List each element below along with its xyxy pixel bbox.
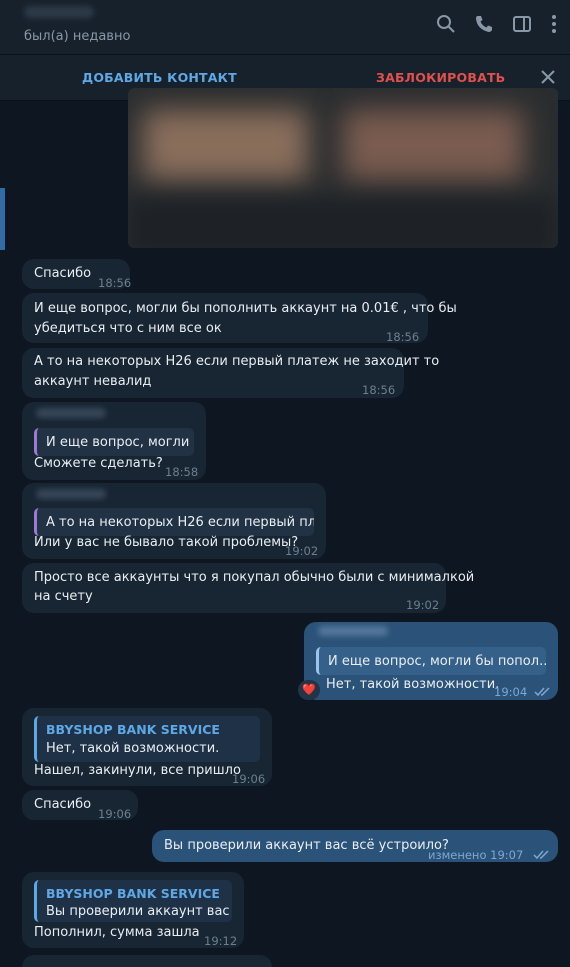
close-icon[interactable]: [540, 69, 556, 89]
message-time: 19:12: [204, 934, 238, 948]
contact-name-redacted[interactable]: [24, 6, 94, 18]
message-time: 19:04: [494, 685, 528, 699]
message-incoming[interactable]: Просто все аккаунты что я покупал обычно…: [22, 563, 474, 613]
message-time: 18:56: [98, 276, 132, 290]
message-incoming-reply[interactable]: А то на некоторых Н26 если первый плат..…: [22, 483, 326, 559]
message-time: 19:02: [406, 598, 440, 612]
contact-status: был(а) недавно: [24, 29, 131, 44]
message-incoming-reply[interactable]: И еще вопрос, могли ... Сможете сделать?…: [22, 402, 206, 480]
quote-text: Вы проверили аккаунт вас ...: [46, 904, 232, 919]
message-text: Нашел, закинули, все пришло: [34, 763, 241, 778]
message-text: Пополнил, сумма зашла: [34, 925, 200, 940]
message-time: изменено 19:07: [428, 848, 524, 862]
more-vert-icon[interactable]: [550, 14, 558, 34]
message-text-line1: А то на некоторых Н26 если первый платеж…: [34, 354, 440, 369]
message-time: 19:06: [98, 807, 132, 821]
block-button[interactable]: ЗАБЛОКИРОВАТЬ: [376, 70, 505, 85]
message-incoming[interactable]: Спасибо 18:56: [22, 259, 131, 290]
reaction-emoji: ❤️: [302, 683, 316, 696]
message-outgoing-reply[interactable]: И еще вопрос, могли бы попол... Нет, так…: [304, 622, 558, 700]
header-toolbar: [436, 14, 558, 34]
message-text-line2: убедиться что с ним все ок: [34, 321, 222, 336]
double-check-icon: [534, 683, 552, 705]
message-time: 18:56: [362, 383, 396, 397]
message-incoming[interactable]: А то на некоторых Н26 если первый платеж…: [22, 348, 439, 398]
message-time: 18:58: [165, 465, 199, 479]
message-time: 19:02: [285, 544, 319, 558]
message-time: 18:56: [386, 330, 420, 344]
next-message-partial: [22, 955, 272, 967]
message-text: Вы проверили аккаунт вас всё устроило?: [164, 838, 449, 853]
reply-quote[interactable]: BBYSHOP BANK SERVICE Нет, такой возможно…: [34, 716, 260, 762]
message-text-line2: на счету: [34, 589, 93, 604]
message-incoming[interactable]: Спасибо 19:06: [22, 790, 138, 821]
add-contact-button[interactable]: ДОБАВИТЬ КОНТАКТ: [82, 70, 237, 85]
message-text: Или у вас не бывало такой проблемы?: [34, 535, 299, 550]
search-icon[interactable]: [436, 14, 456, 34]
message-text-line2: аккаунт невалид: [34, 374, 152, 389]
blurred-photo-message[interactable]: [128, 88, 558, 248]
message-text-line1: Просто все аккаунты что я покупал обычно…: [34, 570, 475, 585]
sidebar-icon[interactable]: [512, 14, 532, 34]
reply-quote[interactable]: И еще вопрос, могли ...: [34, 428, 194, 456]
reaction-heart[interactable]: ❤️: [298, 680, 320, 700]
phone-icon[interactable]: [474, 14, 494, 34]
reply-quote[interactable]: И еще вопрос, могли бы попол...: [316, 647, 546, 675]
quote-text: И еще вопрос, могли бы попол...: [328, 654, 546, 669]
sender-name-redacted: [318, 626, 388, 636]
message-incoming[interactable]: И еще вопрос, могли бы пополнить аккаунт…: [22, 293, 457, 344]
message-text: Сможете сделать?: [34, 456, 163, 471]
double-check-icon: [533, 846, 551, 868]
scroll-indicator[interactable]: [0, 188, 5, 250]
reply-quote[interactable]: BBYSHOP BANK SERVICE Вы проверили аккаун…: [34, 880, 232, 922]
message-time: 19:06: [232, 772, 266, 786]
sender-name-redacted: [36, 408, 106, 418]
message-text: Спасибо: [34, 797, 92, 812]
message-outgoing[interactable]: Вы проверили аккаунт вас всё устроило? и…: [152, 830, 558, 862]
message-text: Спасибо: [34, 266, 92, 281]
chat-header: был(а) недавно: [0, 0, 570, 55]
quote-text: И еще вопрос, могли ...: [46, 435, 194, 450]
quote-text: А то на некоторых Н26 если первый плат..…: [46, 515, 314, 530]
quote-text: Нет, такой возможности.: [46, 741, 220, 756]
message-text-line1: И еще вопрос, могли бы пополнить аккаунт…: [34, 301, 457, 316]
message-incoming-reply[interactable]: BBYSHOP BANK SERVICE Нет, такой возможно…: [22, 708, 272, 786]
message-incoming-reply[interactable]: BBYSHOP BANK SERVICE Вы проверили аккаун…: [22, 872, 244, 948]
message-text: Нет, такой возможности.: [326, 677, 500, 692]
sender-name-redacted: [36, 489, 106, 499]
